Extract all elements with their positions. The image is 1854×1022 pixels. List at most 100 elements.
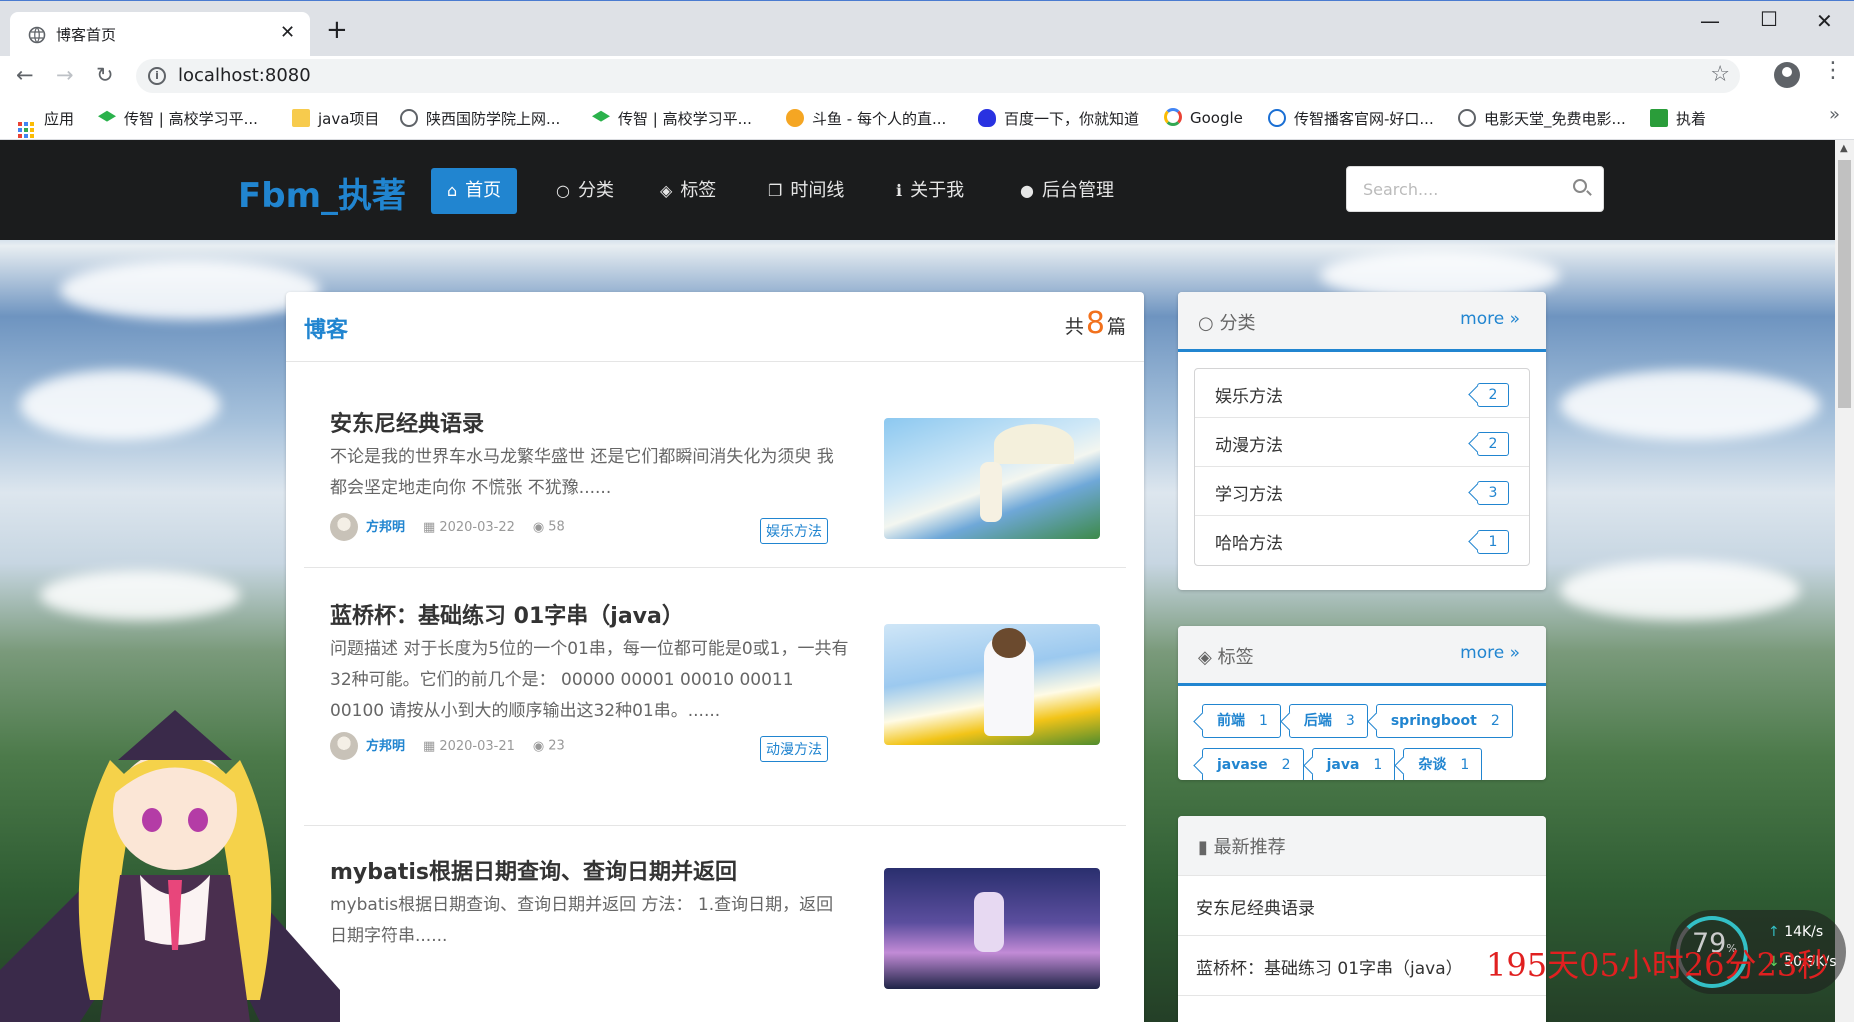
post-title[interactable]: 安东尼经典语录 [330,406,484,438]
kebab-menu-icon[interactable]: ⋮ [1822,60,1844,82]
account-icon[interactable] [1774,62,1800,88]
tag-chip[interactable]: java 1 [1311,748,1396,780]
lightbulb-icon: ○ [1198,313,1214,334]
tag-chip[interactable]: 前端 1 [1202,704,1281,738]
background-cloud [20,370,220,440]
forward-arrow-icon[interactable]: → [56,63,74,87]
recommend-panel-title: ▮ 最新推荐 [1198,837,1286,858]
bookmark-item[interactable]: 传智 | 高校学习平... [98,108,258,129]
category-name: 学习方法 [1215,485,1283,505]
recommend-item[interactable]: 安东尼经典语录 [1178,876,1546,936]
category-count-badge: 3 [1477,481,1509,505]
post-title[interactable]: mybatis根据日期查询、查询日期并返回 [330,854,737,886]
category-more-link[interactable]: more » [1460,309,1520,329]
post-views: 58 [548,519,565,535]
page-viewport: Fbm_执著 ⌂首页 ○分类 ◈标签 ❐时间线 ℹ关于我 ●后台管理 博客 共8… [0,140,1854,1022]
bookmark-item[interactable]: 陕西国防学院上网... [400,108,560,129]
blog-list-header: 博客 共8 篇 [286,292,1144,362]
baidu-paw-icon [978,109,996,127]
browser-toolbar: ← → ↻ i localhost:8080 ☆ ⋮ [0,56,1854,96]
page-scrollbar[interactable]: ▲ [1835,140,1854,1022]
url-text[interactable]: localhost:8080 [178,65,311,86]
category-panel: ○ 分类 more » 娱乐方法 2 动漫方法 2 学习方法 3 哈哈方法 1 [1178,292,1546,590]
bookmark-apps[interactable]: 应用 [18,108,74,138]
category-item[interactable]: 动漫方法 2 [1195,418,1529,467]
post-category-tag[interactable]: 娱乐方法 [760,518,828,544]
nav-tags[interactable]: ◈ 标签 [644,168,732,214]
category-name: 娱乐方法 [1215,387,1283,407]
site-navbar: Fbm_执著 ⌂ 首页 ○ 分类 ◈ 标签 ❐ 时间线 ℹ 关于我 ● 后台管理 [0,140,1835,240]
scrollbar-thumb[interactable] [1838,160,1851,408]
back-arrow-icon[interactable]: ← [16,63,34,87]
post-thumbnail[interactable] [884,418,1100,539]
new-tab-button[interactable]: + [326,17,348,43]
tag-panel-title: ◈ 标签 [1198,647,1254,668]
tag-more-link[interactable]: more » [1460,643,1520,663]
category-item[interactable]: 娱乐方法 2 [1195,369,1529,418]
post-views: 23 [548,738,565,754]
search-box[interactable] [1346,166,1604,212]
nav-about[interactable]: ℹ 关于我 [880,168,980,214]
tag-chip[interactable]: 后端 3 [1288,704,1368,738]
blog-post-item[interactable]: 安东尼经典语录 不论是我的世界车水马龙繁华盛世 还是它们都瞬间消失化为须臾 我都… [304,362,1126,568]
window-close-icon[interactable]: ✕ [1816,9,1833,33]
address-bar[interactable]: i localhost:8080 ☆ [136,59,1740,93]
site-brand[interactable]: Fbm_执著 [238,168,406,217]
bookmark-star-icon[interactable]: ☆ [1710,62,1730,87]
bookmark-item[interactable]: 执着 [1650,108,1706,129]
upload-speed: ↑ 14K/s [1768,924,1824,940]
bookmark-item[interactable]: 传智播客官网-好口... [1268,108,1434,129]
category-item[interactable]: 哈哈方法 1 [1195,516,1529,565]
tag-chip[interactable]: 杂谈 1 [1403,748,1483,780]
bookmark-icon: ▮ [1198,837,1208,858]
search-input[interactable] [1363,167,1563,211]
reload-icon[interactable]: ↻ [96,63,114,87]
nav-category[interactable]: ○ 分类 [540,168,630,214]
blog-post-item[interactable]: mybatis根据日期查询、查询日期并返回 mybatis根据日期查询、查询日期… [304,826,1126,1022]
background-cloud [60,260,320,320]
tag-panel-header: ◈ 标签 more » [1178,626,1546,686]
category-list: 娱乐方法 2 动漫方法 2 学习方法 3 哈哈方法 1 [1194,368,1530,566]
nav-admin[interactable]: ● 后台管理 [1004,168,1130,214]
post-thumbnail[interactable] [884,624,1100,745]
maximize-icon[interactable]: ☐ [1760,7,1778,31]
browser-tab-strip: 博客首页 ✕ + — ☐ ✕ [0,0,1854,57]
blog-post-item[interactable]: 蓝桥杯：基础练习 01字串（java） 问题描述 对于长度为5位的一个01串，每… [304,568,1126,826]
search-icon[interactable] [1573,179,1587,193]
up-arrow-icon: ↑ [1768,924,1780,940]
post-excerpt: 问题描述 对于长度为5位的一个01串，每一位都可能是0或1，一共有32种可能。它… [330,639,849,721]
bookmark-item[interactable]: Google [1164,108,1243,127]
figure-shape [974,892,1004,952]
bookmark-item[interactable]: 传智 | 高校学习平... [592,108,752,129]
parasol-shape [994,424,1074,464]
post-author[interactable]: 方邦明 [366,739,405,754]
mascot-character[interactable] [0,700,340,1022]
post-thumbnail[interactable] [884,868,1100,989]
post-category-tag[interactable]: 动漫方法 [760,736,828,762]
nav-home[interactable]: ⌂ 首页 [431,168,518,214]
post-author[interactable]: 方邦明 [366,520,405,535]
tab-close-icon[interactable]: ✕ [280,22,295,43]
scroll-up-arrow-icon[interactable]: ▲ [1840,143,1848,154]
bookmark-item[interactable]: 斗鱼 - 每个人的直... [786,108,946,129]
bookmark-item[interactable]: 电影天堂_免费电影... [1458,108,1626,129]
tag-chip[interactable]: javase 2 [1202,748,1304,780]
calendar-icon: ▦ [423,738,436,754]
post-date: 2020-03-22 [439,519,515,535]
bookmark-item[interactable]: java项目 [292,108,379,129]
site-info-icon[interactable]: i [148,67,166,85]
tag-panel: ◈ 标签 more » 前端 1 后端 3 springboot 2 javase 2 java… [1178,626,1546,780]
nav-timeline[interactable]: ❐ 时间线 [752,168,860,214]
bookmark-item[interactable]: 百度一下，你就知道 [978,108,1139,129]
chuanzhi-icon [1268,109,1286,127]
minimize-icon[interactable]: — [1700,9,1720,33]
tag-chip[interactable]: springboot 2 [1375,704,1513,738]
category-item[interactable]: 学习方法 3 [1195,467,1529,516]
blog-count-number: 8 [1085,306,1105,341]
globe-icon [1458,109,1476,127]
tab-title: 博客首页 [56,26,117,44]
bookmarks-overflow-icon[interactable]: » [1829,104,1840,125]
browser-tab[interactable]: 博客首页 ✕ [10,12,310,57]
post-title[interactable]: 蓝桥杯：基础练习 01字串（java） [330,598,684,630]
globe-icon [28,26,46,44]
